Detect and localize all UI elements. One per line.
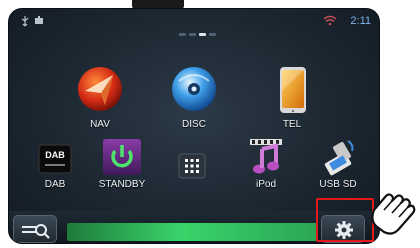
setup-button-highlight	[316, 198, 374, 242]
clock: 2:11	[350, 15, 371, 27]
dab-radio-icon: DAB	[38, 144, 72, 174]
nav-app-button[interactable]: NAV	[73, 61, 127, 130]
page-dot	[179, 33, 186, 36]
page-indicator	[179, 33, 219, 37]
phone-icon	[280, 67, 306, 113]
disc-label: DISC	[182, 119, 206, 130]
music-note-icon	[250, 139, 282, 174]
grid-icon	[178, 153, 206, 179]
pointing-hand-icon	[371, 193, 416, 235]
page-dot	[189, 33, 196, 36]
menu-grid-button[interactable]	[177, 153, 207, 179]
disc-icon	[172, 67, 216, 111]
standby-label: STANDBY	[98, 179, 146, 190]
status-bar: 2:11	[9, 9, 379, 31]
standby-app-button[interactable]: STANDBY	[95, 137, 149, 190]
green-status-strip	[67, 223, 317, 241]
usb-status-icon	[21, 16, 29, 27]
dab-app-button[interactable]: DAB DAB	[35, 141, 75, 190]
usb-drive-icon	[324, 140, 354, 176]
dab-icon-text: DAB	[45, 150, 65, 160]
usb-sd-label: USB SD	[319, 179, 357, 190]
usb-sd-app-button[interactable]: USB SD	[311, 137, 365, 190]
bluetooth-device-status-icon	[35, 16, 43, 24]
disc-app-button[interactable]: DISC	[167, 61, 221, 130]
wifi-icon	[323, 15, 337, 26]
ipod-app-button[interactable]: iPod	[243, 137, 289, 190]
tel-label: TEL	[282, 119, 302, 130]
ipod-label: iPod	[255, 179, 276, 190]
nav-label: NAV	[90, 119, 110, 130]
power-standby-icon	[103, 139, 141, 175]
search-source-button[interactable]	[13, 215, 57, 243]
dab-label: DAB	[44, 179, 66, 190]
tel-app-button[interactable]: TEL	[265, 61, 319, 130]
navigation-icon	[78, 67, 122, 111]
page-dot	[209, 33, 216, 36]
page-dot-active	[199, 33, 206, 36]
search-list-icon	[22, 224, 50, 239]
